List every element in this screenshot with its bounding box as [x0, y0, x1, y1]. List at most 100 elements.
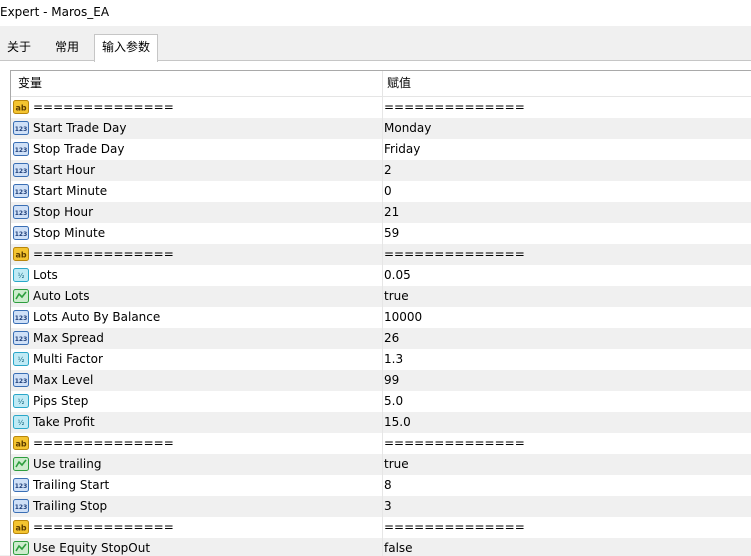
parameter-name: Max Level — [33, 373, 94, 387]
tab-about[interactable]: 关于 — [0, 36, 38, 60]
ab-string-icon: ab — [13, 99, 29, 115]
parameter-name: Multi Factor — [33, 352, 103, 366]
window-title: Expert - Maros_EA — [0, 5, 110, 19]
ab-string-icon: ab — [13, 519, 29, 535]
parameter-value[interactable]: true — [384, 286, 409, 307]
parameter-value[interactable]: 3 — [384, 496, 392, 517]
parameter-value[interactable]: 1.3 — [384, 349, 403, 370]
column-header-value[interactable]: 赋值 — [387, 71, 411, 96]
parameter-row[interactable]: ab ============== ============== — [11, 433, 751, 455]
parameter-name: Max Spread — [33, 331, 104, 345]
parameter-name: Auto Lots — [33, 289, 90, 303]
parameter-row[interactable]: 123 Stop Minute 59 — [11, 223, 751, 245]
parameter-value[interactable]: 21 — [384, 202, 399, 223]
parameter-value[interactable]: true — [384, 454, 409, 475]
column-divider — [382, 202, 383, 223]
parameter-name: Start Hour — [33, 163, 96, 177]
123-integer-icon: 123 — [13, 183, 29, 199]
column-divider — [382, 433, 383, 454]
parameter-name: Pips Step — [33, 394, 89, 408]
parameter-row[interactable]: Use Equity StopOut false — [11, 538, 751, 556]
column-divider — [382, 391, 383, 412]
parameter-value[interactable]: ============== — [384, 97, 525, 118]
column-divider — [382, 475, 383, 496]
column-divider — [382, 286, 383, 307]
parameter-row[interactable]: 123 Max Spread 26 — [11, 328, 751, 350]
parameter-value[interactable]: ============== — [384, 433, 525, 454]
column-divider[interactable] — [382, 71, 383, 96]
column-header-variable[interactable]: 变量 — [18, 71, 42, 96]
column-divider — [382, 223, 383, 244]
svg-text:123: 123 — [15, 336, 28, 343]
column-divider — [382, 307, 383, 328]
parameter-row[interactable]: 123 Start Trade Day Monday — [11, 118, 751, 140]
column-divider — [382, 517, 383, 538]
svg-text:½: ½ — [18, 272, 25, 280]
parameter-row[interactable]: 123 Stop Trade Day Friday — [11, 139, 751, 161]
parameter-value[interactable]: ============== — [384, 244, 525, 265]
parameter-value[interactable]: 99 — [384, 370, 399, 391]
parameter-row[interactable]: 123 Stop Hour 21 — [11, 202, 751, 224]
parameter-value[interactable]: 10000 — [384, 307, 422, 328]
parameter-name: Trailing Start — [33, 478, 110, 492]
parameter-row[interactable]: ab ============== ============== — [11, 97, 751, 119]
parameter-row[interactable]: 123 Start Hour 2 — [11, 160, 751, 182]
svg-text:ab: ab — [15, 104, 26, 113]
bool-toggle-icon — [13, 456, 29, 472]
123-integer-icon: 123 — [13, 330, 29, 346]
parameter-name: Trailing Stop — [33, 499, 108, 513]
svg-text:123: 123 — [15, 210, 28, 217]
123-integer-icon: 123 — [13, 225, 29, 241]
svg-text:123: 123 — [15, 189, 28, 196]
column-divider — [382, 160, 383, 181]
tab-inputs[interactable]: 输入参数 — [94, 34, 158, 62]
parameter-value[interactable]: 26 — [384, 328, 399, 349]
parameter-row[interactable]: 123 Start Minute 0 — [11, 181, 751, 203]
parameter-value[interactable]: 15.0 — [384, 412, 411, 433]
tab-common[interactable]: 常用 — [45, 36, 89, 60]
column-divider — [382, 412, 383, 433]
svg-text:123: 123 — [15, 231, 28, 238]
parameter-row[interactable]: ab ============== ============== — [11, 517, 751, 539]
window-titlebar: Expert - Maros_EA — [0, 0, 751, 26]
column-divider — [382, 97, 383, 118]
123-integer-icon: 123 — [13, 372, 29, 388]
parameter-name: Stop Minute — [33, 226, 106, 240]
parameter-row[interactable]: 123 Trailing Stop 3 — [11, 496, 751, 518]
column-divider — [382, 454, 383, 475]
123-integer-icon: 123 — [13, 498, 29, 514]
parameter-value[interactable]: Monday — [384, 118, 431, 139]
parameter-name: Use trailing — [33, 457, 102, 471]
parameter-row[interactable]: ½ Multi Factor 1.3 — [11, 349, 751, 371]
123-integer-icon: 123 — [13, 120, 29, 136]
column-divider — [382, 328, 383, 349]
parameter-name: Use Equity StopOut — [33, 541, 151, 555]
parameter-row[interactable]: 123 Max Level 99 — [11, 370, 751, 392]
parameter-value[interactable]: 0 — [384, 181, 392, 202]
parameter-value[interactable]: 8 — [384, 475, 392, 496]
svg-text:123: 123 — [15, 483, 28, 490]
ab-string-icon: ab — [13, 246, 29, 262]
parameter-name: ============== — [33, 520, 174, 534]
parameter-value[interactable]: 59 — [384, 223, 399, 244]
parameter-row[interactable]: ab ============== ============== — [11, 244, 751, 266]
parameter-row[interactable]: ½ Lots 0.05 — [11, 265, 751, 287]
parameter-value[interactable]: 2 — [384, 160, 392, 181]
grid-header: 变量 赋值 — [11, 71, 751, 97]
parameter-row[interactable]: 123 Lots Auto By Balance 10000 — [11, 307, 751, 329]
parameter-value[interactable]: Friday — [384, 139, 420, 160]
parameter-row[interactable]: ½ Pips Step 5.0 — [11, 391, 751, 413]
parameter-row[interactable]: Auto Lots true — [11, 286, 751, 308]
svg-text:½: ½ — [18, 419, 25, 427]
parameter-value[interactable]: 0.05 — [384, 265, 411, 286]
parameter-value[interactable]: false — [384, 538, 413, 556]
svg-text:123: 123 — [15, 126, 28, 133]
column-divider — [382, 349, 383, 370]
parameter-row[interactable]: 123 Trailing Start 8 — [11, 475, 751, 497]
ab-string-icon: ab — [13, 435, 29, 451]
column-divider — [382, 496, 383, 517]
parameter-row[interactable]: Use trailing true — [11, 454, 751, 476]
parameter-row[interactable]: ½ Take Profit 15.0 — [11, 412, 751, 434]
parameter-value[interactable]: 5.0 — [384, 391, 403, 412]
parameter-value[interactable]: ============== — [384, 517, 525, 538]
